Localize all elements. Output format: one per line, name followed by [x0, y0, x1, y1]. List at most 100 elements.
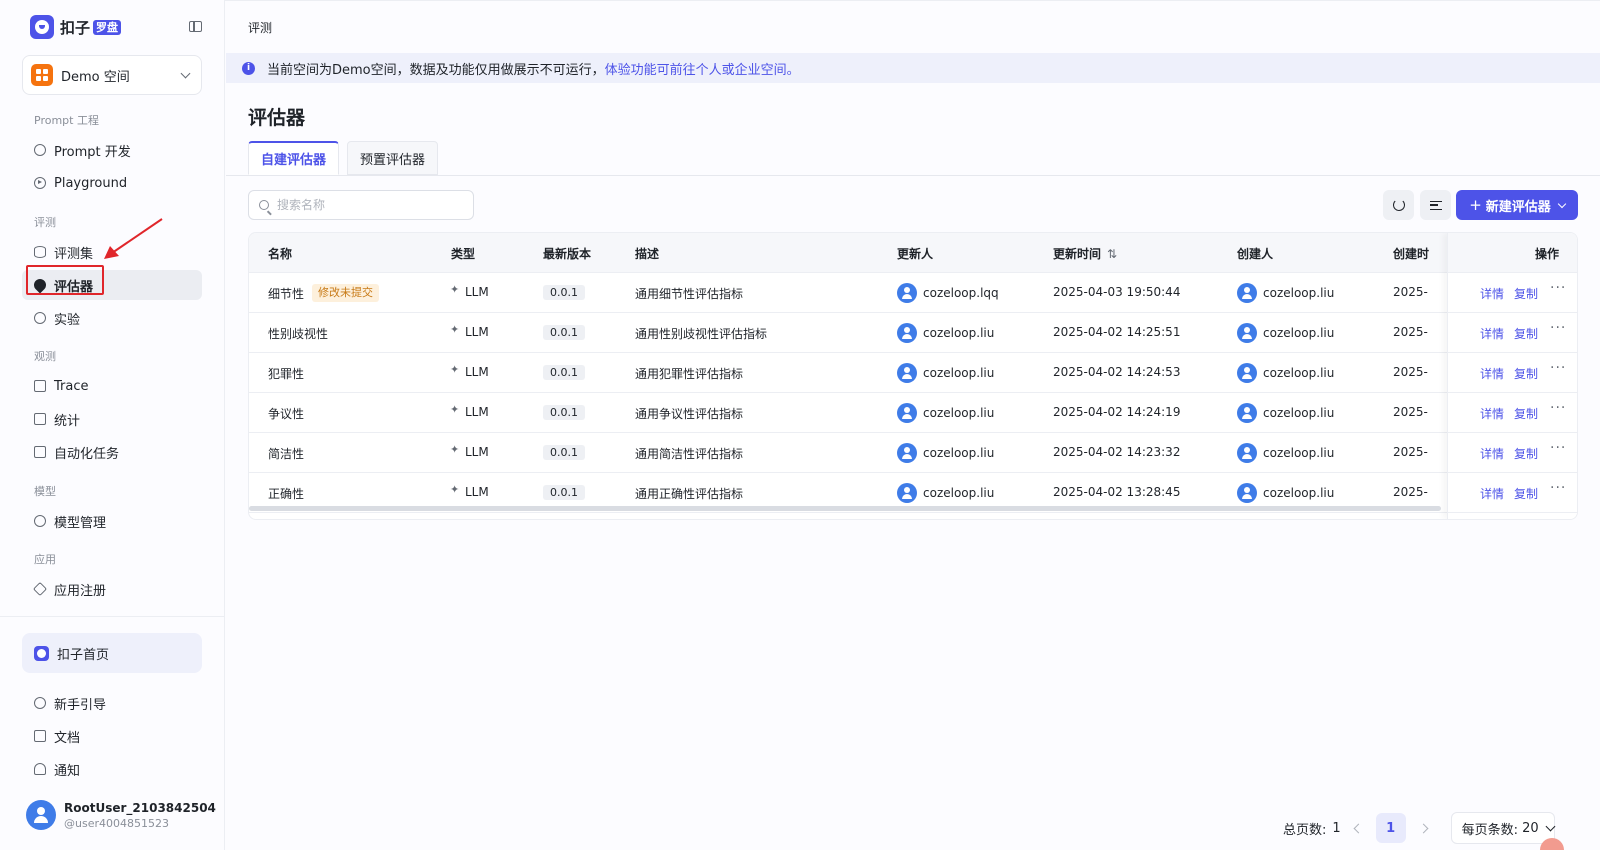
type-label: LLM	[465, 405, 489, 419]
copy-link[interactable]: 复制	[1514, 445, 1538, 462]
table-row[interactable]: 细节性修改未提交 LLM 0.0.1 通用细节性评估指标 cozeloop.lqq 202…	[249, 273, 1577, 313]
notice-link[interactable]: 体验功能可前往个人或企业空间。	[605, 59, 800, 78]
detail-link[interactable]: 详情	[1480, 445, 1504, 462]
tab-divider	[226, 175, 1600, 176]
prev-page-icon[interactable]	[1353, 823, 1364, 833]
sidebar-item-label: Trace	[54, 378, 89, 394]
cell-updated-at: 2025-04-02 13:28:45	[1053, 485, 1181, 499]
cell-updater: cozeloop.liu	[897, 443, 994, 463]
horizontal-scrollbar[interactable]	[249, 506, 1441, 511]
cell-creator: cozeloop.liu	[1237, 403, 1334, 423]
notice-text: 当前空间为Demo空间，数据及功能仅用做展示不可运行，	[267, 62, 605, 78]
type-label: LLM	[465, 325, 489, 339]
user-name: RootUser_2103842504	[64, 800, 216, 815]
table-row[interactable]: 犯罪性 LLM 0.0.1 通用犯罪性评估指标 cozeloop.liu 2025-04-…	[249, 353, 1577, 393]
tab-custom-evaluator[interactable]: 自建评估器	[248, 141, 340, 175]
page-number-current[interactable]: 1	[1375, 813, 1406, 843]
space-selector[interactable]: Demo 空间	[22, 55, 202, 95]
column-settings-button[interactable]	[1420, 190, 1451, 220]
copy-link[interactable]: 复制	[1514, 325, 1538, 342]
page-size-select[interactable]: 每页条数: 20	[1450, 812, 1556, 844]
col-desc: 描述	[635, 247, 660, 261]
more-icon[interactable]: ···	[1550, 320, 1566, 336]
assistant-bubble-icon[interactable]	[1540, 838, 1564, 850]
copy-link[interactable]: 复制	[1514, 285, 1538, 302]
task-icon	[34, 446, 46, 458]
evaluator-name: 犯罪性	[268, 367, 305, 381]
tabs: 自建评估器 预置评估器	[248, 141, 446, 175]
sidebar-item-model-manage[interactable]: 模型管理	[22, 506, 202, 536]
top-divider	[225, 0, 1600, 1]
user-profile[interactable]: RootUser_2103842504 @user4004851523	[26, 800, 216, 830]
sidebar-item-label: 应用注册	[54, 583, 107, 599]
sidebar-item-trace[interactable]: Trace	[22, 371, 202, 401]
cell-updated-at: 2025-04-02 14:24:53	[1053, 365, 1181, 379]
table-row[interactable]: 简洁性 LLM 0.0.1 通用简洁性评估指标 cozeloop.liu 2025-04-…	[249, 433, 1577, 473]
brand[interactable]: 扣子 罗盘	[30, 15, 122, 39]
sidebar-item-docs[interactable]: 文档	[22, 721, 202, 751]
cell-created-at: 2025-	[1393, 285, 1428, 299]
search-box[interactable]	[248, 190, 474, 220]
detail-link[interactable]: 详情	[1480, 405, 1504, 422]
sidebar-item-prompt-dev[interactable]: Prompt 开发	[22, 135, 202, 165]
sidebar-item-experiment[interactable]: 实验	[22, 303, 202, 333]
nav-section-eval: 评测	[34, 216, 56, 229]
chevron-down-icon	[1545, 821, 1556, 831]
detail-link[interactable]: 详情	[1480, 285, 1504, 302]
more-icon[interactable]: ···	[1550, 280, 1566, 296]
table-row[interactable]: 性别歧视性 LLM 0.0.1 通用性别歧视性评估指标 cozeloop.liu 2025…	[249, 313, 1577, 353]
table-row[interactable]: 争议性 LLM 0.0.1 通用争议性评估指标 cozeloop.liu 2025-04-…	[249, 393, 1577, 433]
sidebar-item-playground[interactable]: Playground	[22, 168, 202, 198]
chevron-down-icon	[180, 68, 191, 79]
more-icon[interactable]: ···	[1550, 360, 1566, 376]
search-input[interactable]	[277, 198, 457, 212]
home-logo-icon	[34, 645, 49, 661]
sidebar-item-app-register[interactable]: 应用注册	[22, 574, 202, 604]
col-updated-at[interactable]: 更新时间 ⇅	[1053, 245, 1117, 262]
sparkle-icon	[450, 483, 460, 497]
cell-creator: cozeloop.liu	[1237, 283, 1334, 303]
col-updated-at-label: 更新时间	[1053, 247, 1102, 261]
sidebar-item-guide[interactable]: 新手引导	[22, 688, 202, 718]
more-icon[interactable]: ···	[1550, 400, 1566, 416]
copy-link[interactable]: 复制	[1514, 485, 1538, 502]
next-page-icon[interactable]	[1418, 823, 1429, 833]
copy-link[interactable]: 复制	[1514, 365, 1538, 382]
more-icon[interactable]: ···	[1550, 440, 1566, 456]
evaluator-name: 性别歧视性	[268, 327, 329, 341]
col-updater: 更新人	[897, 247, 934, 261]
sidebar-item-stats[interactable]: 统计	[22, 404, 202, 434]
cell-name: 正确性	[268, 485, 304, 502]
sort-icon[interactable]: ⇅	[1107, 247, 1117, 261]
new-evaluator-button[interactable]: + 新建评估器	[1456, 190, 1578, 220]
copy-link[interactable]: 复制	[1514, 405, 1538, 422]
sidebar-collapse-icon[interactable]	[189, 21, 202, 32]
home-button[interactable]: 扣子首页	[22, 633, 202, 673]
page-size-label: 每页条数:	[1461, 822, 1519, 838]
breadcrumb: 评测	[248, 21, 273, 35]
page-size-value: 20	[1522, 820, 1539, 836]
sidebar-item-label: 新手引导	[54, 697, 107, 713]
column-settings-icon	[1429, 200, 1442, 210]
evaluator-name: 细节性	[268, 287, 305, 301]
sparkle-icon	[450, 403, 460, 417]
cell-type: LLM	[450, 403, 489, 420]
cell-name: 争议性	[268, 405, 304, 422]
detail-link[interactable]: 详情	[1480, 485, 1504, 502]
detail-link[interactable]: 详情	[1480, 365, 1504, 382]
sparkle-icon	[450, 283, 460, 297]
refresh-button[interactable]	[1383, 190, 1414, 220]
brand-logo-icon	[30, 15, 54, 39]
cell-created-at: 2025-	[1393, 365, 1428, 379]
detail-link[interactable]: 详情	[1480, 325, 1504, 342]
more-icon[interactable]: ···	[1550, 480, 1566, 496]
sidebar-item-notify[interactable]: 通知	[22, 754, 202, 784]
sidebar-item-automation[interactable]: 自动化任务	[22, 437, 202, 467]
ops-row: 详情 复制 ···	[1448, 353, 1577, 393]
evaluator-table: 名称 类型 最新版本 描述 更新人 更新时间 ⇅ 创建人 创建时 细节性 修改未提交…	[248, 232, 1578, 520]
updater-name: cozeloop.liu	[923, 446, 995, 460]
tab-preset-evaluator[interactable]: 预置评估器	[347, 141, 439, 175]
col-version: 最新版本	[543, 247, 592, 261]
cell-version: 0.0.1	[543, 325, 585, 340]
user-avatar-icon	[1237, 323, 1257, 343]
